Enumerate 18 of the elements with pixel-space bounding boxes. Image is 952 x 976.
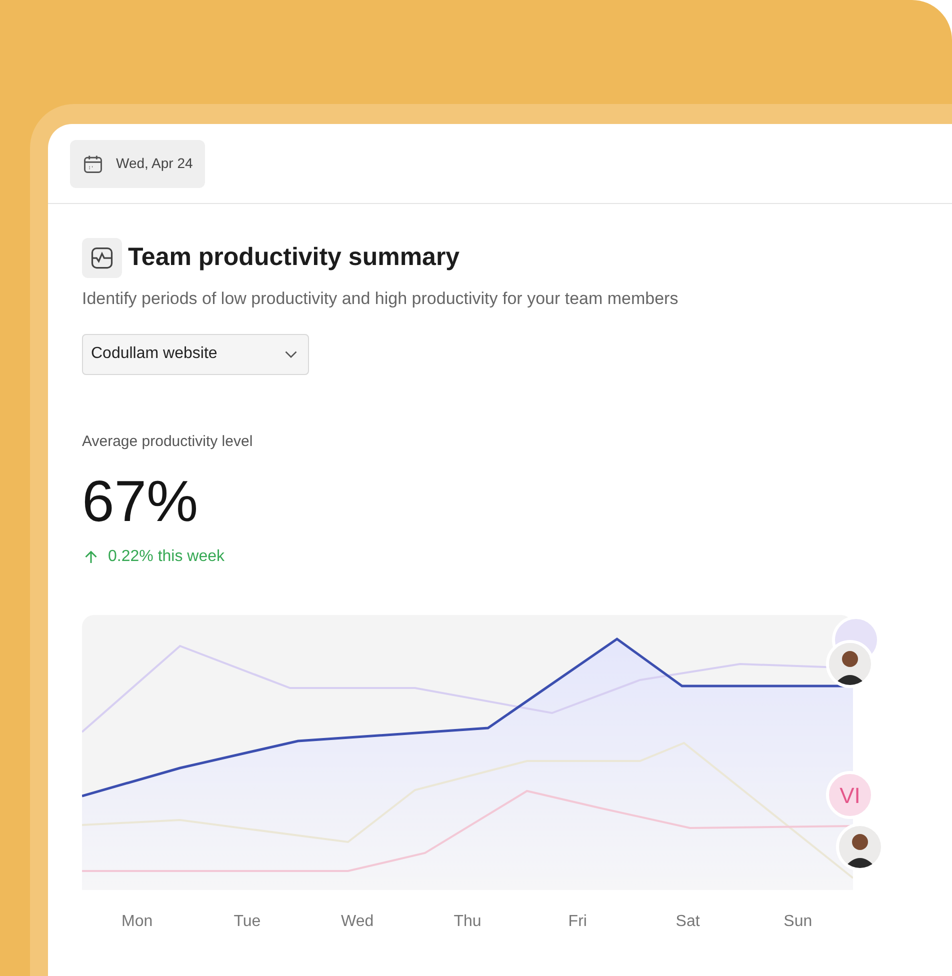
activity-icon [82, 238, 122, 278]
day-label: Mon [120, 912, 154, 932]
avatar: VI [826, 771, 874, 819]
day-label: Wed [340, 912, 375, 932]
date-button[interactable]: Wed, Apr 24 [70, 140, 205, 188]
metric-change: 0.22% this week [108, 547, 225, 567]
day-label: Tue [232, 912, 262, 932]
metric-label: Average productivity level [82, 432, 253, 452]
section-subtitle: Identify periods of low productivity and high productivity for your team members [82, 288, 680, 310]
avatar-silhouette-icon [839, 826, 881, 868]
project-dropdown[interactable]: Codullam website [82, 334, 309, 374]
avatar-silhouette-icon [829, 643, 871, 685]
day-label: Fri [567, 912, 588, 932]
day-label: Sun [782, 912, 814, 932]
day-label: Sat [674, 912, 701, 932]
metric-value: 67% [82, 468, 198, 536]
day-label: Thu [452, 912, 482, 932]
section-title: Team productivity summary [128, 242, 460, 274]
